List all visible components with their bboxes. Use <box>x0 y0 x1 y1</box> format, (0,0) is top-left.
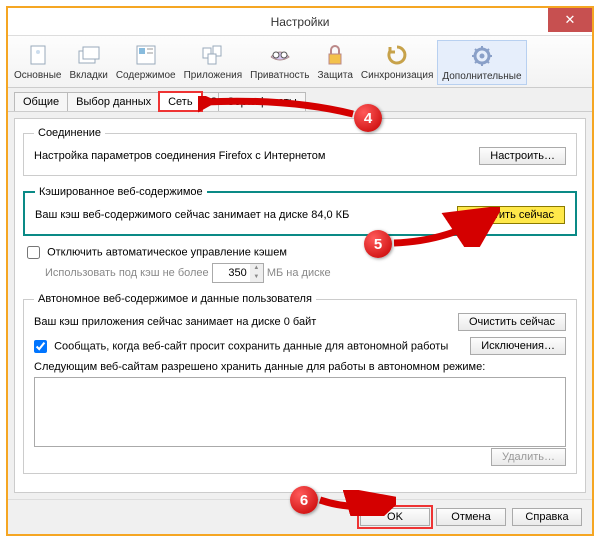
offline-notify-label: Сообщать, когда веб-сайт просит сохранит… <box>54 340 448 352</box>
cancel-button[interactable]: Отмена <box>436 508 506 526</box>
cache-limit-suffix: МБ на диске <box>267 267 331 279</box>
content-icon <box>131 42 161 68</box>
offline-status: Ваш кэш приложения сейчас занимает на ди… <box>34 316 316 328</box>
remove-site-button[interactable]: Удалить… <box>491 448 566 466</box>
ribbon-general[interactable]: Основные <box>10 40 65 85</box>
cache-legend: Кэшированное веб-содержимое <box>35 186 207 198</box>
titlebar: Настройки ✕ <box>8 8 592 36</box>
tab-updates[interactable]: Обновления <box>201 92 219 111</box>
cache-limit-prefix: Использовать под кэш не более <box>45 267 209 279</box>
tab-general[interactable]: Общие <box>14 92 68 111</box>
connection-text: Настройка параметров соединения Firefox … <box>34 150 325 162</box>
override-cache-checkbox[interactable] <box>27 246 40 259</box>
step-badge-4: 4 <box>354 104 382 132</box>
settings-window: Настройки ✕ Основные Вкладки Содержимое … <box>6 6 594 536</box>
offline-group: Автономное веб-содержимое и данные польз… <box>23 293 577 474</box>
tab-data-choices[interactable]: Выбор данных <box>67 92 160 111</box>
ribbon-sync[interactable]: Синхронизация <box>357 40 437 85</box>
connection-legend: Соединение <box>34 127 105 139</box>
exceptions-button[interactable]: Исключения… <box>470 337 566 355</box>
ribbon-advanced[interactable]: Дополнительные <box>437 40 526 85</box>
category-ribbon: Основные Вкладки Содержимое Приложения П… <box>8 36 592 88</box>
connection-group: Соединение Настройка параметров соединен… <box>23 127 577 176</box>
offline-notify-row[interactable]: Сообщать, когда веб-сайт просит сохранит… <box>34 340 448 353</box>
connection-settings-button[interactable]: Настроить… <box>479 147 566 165</box>
ok-button[interactable]: OK <box>360 508 430 526</box>
clear-cache-button[interactable]: Очистить сейчас <box>457 206 565 224</box>
tab-content: Соединение Настройка параметров соединен… <box>14 118 586 493</box>
privacy-icon <box>265 42 295 68</box>
sub-tab-strip: Общие Выбор данных Сеть Обновления Серти… <box>8 88 592 112</box>
tab-network[interactable]: Сеть <box>159 92 201 111</box>
ribbon-privacy[interactable]: Приватность <box>246 40 313 85</box>
advanced-icon <box>467 43 497 69</box>
security-icon <box>320 42 350 68</box>
override-cache-row[interactable]: Отключить автоматическое управление кэше… <box>27 246 573 259</box>
window-title: Настройки <box>271 15 330 29</box>
override-cache-label: Отключить автоматическое управление кэше… <box>47 246 287 258</box>
ribbon-apps[interactable]: Приложения <box>180 40 247 85</box>
offline-sites-list[interactable] <box>34 377 566 447</box>
ribbon-content[interactable]: Содержимое <box>112 40 180 85</box>
offline-notify-checkbox[interactable] <box>34 340 47 353</box>
step-badge-5: 5 <box>364 230 392 258</box>
cache-status: Ваш кэш веб-содержимого сейчас занимает … <box>35 209 349 221</box>
cache-group: Кэшированное веб-содержимое Ваш кэш веб-… <box>23 186 577 236</box>
offline-list-label: Следующим веб-сайтам разрешено хранить д… <box>34 361 566 373</box>
apps-icon <box>198 42 228 68</box>
sync-icon <box>382 42 412 68</box>
offline-legend: Автономное веб-содержимое и данные польз… <box>34 293 316 305</box>
help-button[interactable]: Справка <box>512 508 582 526</box>
clear-offline-button[interactable]: Очистить сейчас <box>458 313 566 331</box>
tab-certificates[interactable]: Сертификаты <box>218 92 306 111</box>
close-button[interactable]: ✕ <box>548 8 592 32</box>
ribbon-security[interactable]: Защита <box>313 40 356 85</box>
general-icon <box>23 42 53 68</box>
tabs-icon <box>74 42 104 68</box>
step-badge-6: 6 <box>290 486 318 514</box>
cache-limit-spinner[interactable]: ▲▼ <box>250 263 264 283</box>
ribbon-tabs[interactable]: Вкладки <box>65 40 111 85</box>
